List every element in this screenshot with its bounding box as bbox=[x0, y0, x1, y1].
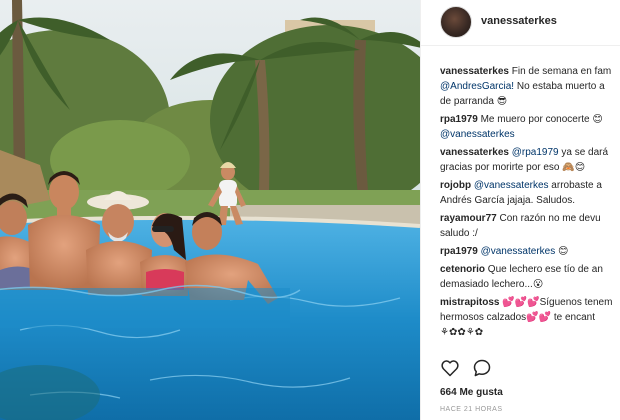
comment-item: mistrapitoss 💕💕💕Síguenos tenem hermosos c… bbox=[440, 295, 620, 340]
comment-text: 💕💕💕Síguenos tenem bbox=[502, 297, 613, 308]
comment-line: rpa1979 @vanessaterkes 😊 bbox=[440, 244, 620, 259]
comment-username[interactable]: mistrapitoss bbox=[440, 297, 499, 308]
comment-item: cetenorio Que lechero ese tío de an demas… bbox=[440, 262, 620, 292]
comment-text: Fin de semana en fam bbox=[511, 66, 612, 77]
comment-list: vanessaterkes Fin de semana en fam @Andre… bbox=[440, 64, 620, 343]
comment-text: arrobaste a bbox=[548, 180, 602, 191]
comment-text: Con razón no me devu bbox=[499, 213, 601, 224]
comment-text: No estaba muerto a bbox=[514, 81, 605, 92]
post-side-panel: vanessaterkes vanessaterkes Fin de seman… bbox=[420, 0, 620, 420]
comment-item: rayamour77 Con razón no me devu saludo :/ bbox=[440, 211, 620, 241]
post-username[interactable]: vanessaterkes bbox=[481, 15, 557, 27]
comment-username[interactable]: rpa1979 bbox=[440, 246, 478, 257]
comment-mention[interactable]: @rpa1979 bbox=[512, 147, 559, 158]
comment-item: vanessaterkes @rpa1979 ya se dará gracias… bbox=[440, 145, 620, 175]
comment-line: rayamour77 Con razón no me devu bbox=[440, 211, 620, 226]
comment-mention[interactable]: @vanessaterkes bbox=[481, 246, 556, 257]
comment-username[interactable]: rpa1979 bbox=[440, 114, 478, 125]
comment-text: Me muero por conocerte 😊 bbox=[480, 114, 603, 125]
post-header: vanessaterkes bbox=[421, 0, 620, 46]
comment-item: rpa1979 Me muero por conocerte 😊 @vanessa… bbox=[440, 112, 620, 142]
post-photo[interactable] bbox=[0, 0, 420, 420]
comment-line: vanessaterkes Fin de semana en fam bbox=[440, 64, 620, 79]
comment-text: gracias por morirte por eso 🙈😊 bbox=[440, 162, 586, 173]
comment-text: ya se dará bbox=[558, 147, 609, 158]
pool-scene-image bbox=[0, 0, 420, 420]
comment-username[interactable]: cetenorio bbox=[440, 264, 485, 275]
heart-icon[interactable] bbox=[440, 358, 460, 378]
speech-bubble-icon[interactable] bbox=[472, 358, 492, 378]
comment-line: rojobp @vanessaterkes arrobaste a bbox=[440, 178, 620, 193]
like-count[interactable]: 664 Me gusta bbox=[440, 387, 503, 398]
comment-username[interactable]: vanessaterkes bbox=[440, 147, 509, 158]
comment-line: hermosos calzados💕💕 te encant bbox=[440, 310, 620, 325]
comment-line: vanessaterkes @rpa1979 ya se dará bbox=[440, 145, 620, 160]
post-time[interactable]: HACE 21 HORAS bbox=[440, 406, 503, 413]
comment-line: @vanessaterkes bbox=[440, 127, 620, 142]
comment-mention[interactable]: @AndresGarcia! bbox=[440, 81, 514, 92]
comment-text: 😊 bbox=[555, 246, 569, 257]
comment-line: rpa1979 Me muero por conocerte 😊 bbox=[440, 112, 620, 127]
comment-username[interactable]: rojobp bbox=[440, 180, 471, 191]
comment-line: de parranda 😎 bbox=[440, 94, 620, 109]
avatar[interactable] bbox=[440, 6, 472, 38]
comment-mention[interactable]: @vanessaterkes bbox=[440, 129, 515, 140]
comment-line: ⚘✿✿⚘✿ bbox=[440, 325, 620, 340]
comment-text: de parranda 😎 bbox=[440, 96, 508, 107]
comment-line: saludo :/ bbox=[440, 226, 620, 241]
comment-item: vanessaterkes Fin de semana en fam @Andre… bbox=[440, 64, 620, 109]
comment-item: rojobp @vanessaterkes arrobaste a Andrés … bbox=[440, 178, 620, 208]
post-actions bbox=[440, 358, 620, 380]
comment-line: demasiado lechero...😮 bbox=[440, 277, 620, 292]
comment-username[interactable]: rayamour77 bbox=[440, 213, 497, 224]
comment-text: demasiado lechero...😮 bbox=[440, 279, 544, 290]
comment-text: saludo :/ bbox=[440, 228, 478, 239]
comment-line: gracias por morirte por eso 🙈😊 bbox=[440, 160, 620, 175]
comment-line: mistrapitoss 💕💕💕Síguenos tenem bbox=[440, 295, 620, 310]
comment-line: Andrés García jajaja. Saludos. bbox=[440, 193, 620, 208]
comment-text: hermosos calzados💕💕 te encant bbox=[440, 312, 595, 323]
comment-line: @AndresGarcia! No estaba muerto a bbox=[440, 79, 620, 94]
comment-text: ⚘✿✿⚘✿ bbox=[440, 327, 484, 338]
comment-username[interactable]: vanessaterkes bbox=[440, 66, 509, 77]
comment-item: rpa1979 @vanessaterkes 😊 bbox=[440, 244, 620, 259]
comment-text: Que lechero ese tío de an bbox=[487, 264, 603, 275]
comment-text: Andrés García jajaja. Saludos. bbox=[440, 195, 576, 206]
comment-mention[interactable]: @vanessaterkes bbox=[474, 180, 549, 191]
comment-line: cetenorio Que lechero ese tío de an bbox=[440, 262, 620, 277]
